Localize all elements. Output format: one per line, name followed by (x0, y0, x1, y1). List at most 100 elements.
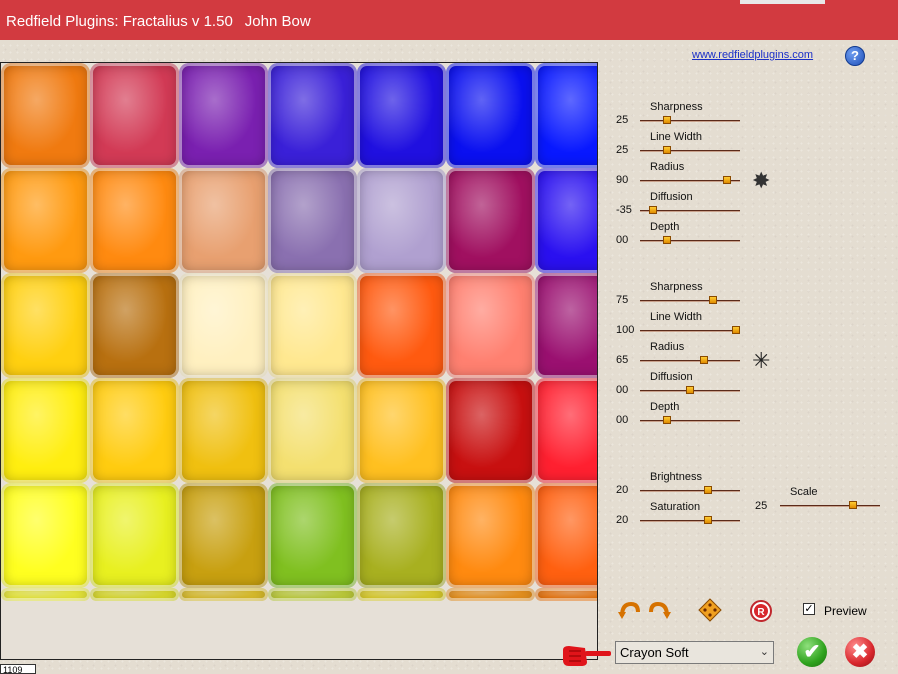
slider-thumb[interactable] (663, 416, 671, 424)
mosaic-tile (90, 483, 179, 588)
mosaic-tile (535, 483, 597, 588)
slider-thumb[interactable] (663, 116, 671, 124)
slider-thumb[interactable] (849, 501, 857, 509)
mosaic-tile (179, 63, 268, 168)
slider-value: 25 (616, 114, 629, 126)
slider-value: 75 (616, 294, 629, 306)
redo-arrow-icon[interactable] (647, 598, 671, 620)
slider-label: Sharpness (650, 281, 703, 293)
mosaic-tile (357, 273, 446, 378)
mosaic-tile (535, 273, 597, 378)
slider-value: 65 (616, 354, 629, 366)
ok-button[interactable]: ✔ (797, 637, 827, 667)
mosaic-tile (357, 588, 446, 601)
slider-label: Radius (650, 341, 685, 353)
mosaic-tile (1, 273, 90, 378)
mosaic-tile (357, 168, 446, 273)
undo-arrow-icon[interactable] (618, 598, 642, 620)
slider-label: Sharpness (650, 101, 703, 113)
window-title: Redfield Plugins: Fractalius v 1.50 (6, 13, 233, 30)
slider-track[interactable] (640, 360, 740, 361)
slider-thumb[interactable] (732, 326, 740, 334)
mosaic-tile (357, 483, 446, 588)
starburst-icon[interactable]: ✳ (752, 350, 770, 372)
slider-value: 20 (616, 484, 629, 496)
mosaic-tile (90, 273, 179, 378)
mosaic-tile (179, 168, 268, 273)
mosaic-tile (1, 483, 90, 588)
window-author: John Bow (244, 13, 311, 30)
mosaic-tile (535, 588, 597, 601)
slider-value: 00 (616, 384, 629, 396)
slider-track[interactable] (780, 505, 880, 506)
red-close-icon: ✖ (851, 641, 869, 663)
mosaic-tile (535, 378, 597, 483)
slider-track[interactable] (640, 420, 740, 421)
mosaic-tile (90, 588, 179, 601)
slider-thumb[interactable] (699, 356, 708, 364)
slider-track[interactable] (640, 490, 740, 491)
chevron-down-icon: ⌄ (759, 646, 769, 658)
slider-label: Radius (650, 161, 685, 173)
mosaic-tile (268, 168, 357, 273)
mosaic-tile (1, 378, 90, 483)
slider-label: Depth (650, 401, 680, 413)
slider-value: 00 (616, 234, 629, 246)
mosaic-tile (268, 483, 357, 588)
reset-icon[interactable]: R (750, 600, 772, 622)
slider-label: Line Width (650, 131, 702, 143)
mosaic-tile (357, 63, 446, 168)
slider-track[interactable] (640, 300, 740, 301)
mosaic-tile (535, 63, 597, 168)
slider-label: Scale (790, 486, 818, 498)
slider-track[interactable] (640, 330, 740, 331)
mosaic-tile (90, 378, 179, 483)
slider-value: -35 (616, 204, 632, 216)
slider-thumb[interactable] (704, 516, 713, 524)
starburst-icon[interactable]: ✸ (752, 170, 770, 192)
slider-value: 100 (616, 324, 635, 336)
slider-label: Brightness (650, 471, 702, 483)
mosaic-tile (446, 63, 535, 168)
slider-track[interactable] (640, 520, 740, 521)
slider-track[interactable] (640, 240, 740, 241)
mosaic-tile (446, 378, 535, 483)
cancel-button[interactable]: ✖ (845, 637, 875, 667)
slider-value: 20 (616, 514, 629, 526)
slider-label: Line Width (650, 311, 702, 323)
help-icon[interactable]: ? (845, 46, 865, 66)
preview-checkbox[interactable]: ✓ (803, 603, 815, 615)
preset-select[interactable]: Crayon Soft ⌄ (615, 641, 774, 664)
slider-track[interactable] (640, 150, 740, 151)
slider-thumb[interactable] (722, 176, 731, 184)
slider-thumb[interactable] (709, 296, 717, 304)
mosaic-tile (90, 168, 179, 273)
slider-thumb[interactable] (704, 486, 713, 494)
mosaic-tile (268, 378, 357, 483)
preview-canvas[interactable] (0, 62, 598, 660)
mosaic-tile (357, 378, 446, 483)
svg-text:R: R (757, 607, 765, 618)
slider-track[interactable] (640, 120, 740, 121)
dice-icon[interactable] (698, 598, 722, 622)
mosaic-tile (90, 63, 179, 168)
mosaic-tile (179, 483, 268, 588)
mosaic-tile (1, 63, 90, 168)
preset-selected: Crayon Soft (620, 645, 689, 660)
mosaic-tile (1, 588, 90, 601)
mosaic-tile (268, 63, 357, 168)
mosaic-tile (446, 273, 535, 378)
website-link[interactable]: www.redfieldplugins.com (692, 49, 813, 61)
slider-value: 25 (616, 144, 629, 156)
slider-label: Saturation (650, 501, 701, 513)
mosaic-tile (268, 588, 357, 601)
slider-thumb[interactable] (663, 236, 671, 244)
slider-thumb[interactable] (649, 206, 658, 214)
pointing-hand-icon (563, 646, 611, 666)
slider-thumb[interactable] (686, 386, 694, 394)
mosaic-tile (446, 483, 535, 588)
mosaic-tile (446, 168, 535, 273)
slider-label: Diffusion (650, 371, 693, 383)
slider-thumb[interactable] (663, 146, 671, 154)
title-bar: Redfield Plugins: Fractalius v 1.50 John … (0, 0, 898, 40)
